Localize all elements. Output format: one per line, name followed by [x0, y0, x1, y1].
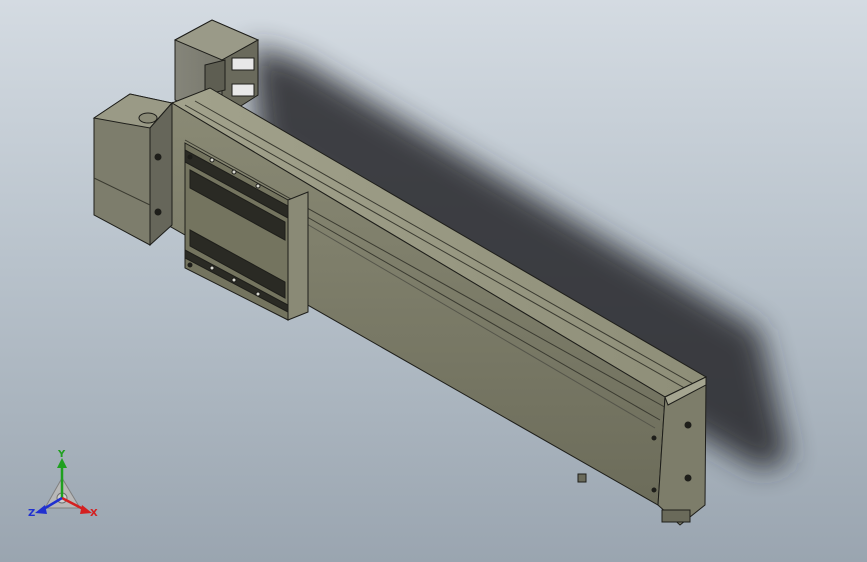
model-view[interactable]: Y X Z	[0, 0, 867, 562]
z-axis-arrowhead	[35, 505, 47, 514]
x-axis-label: X	[90, 508, 98, 519]
coordinate-triad: Y X Z	[28, 449, 98, 519]
front-motor-block	[92, 93, 173, 247]
graphics-viewport[interactable]: Y X Z	[0, 0, 867, 562]
z-axis-label: Z	[28, 508, 35, 519]
y-axis-label: Y	[57, 449, 66, 460]
